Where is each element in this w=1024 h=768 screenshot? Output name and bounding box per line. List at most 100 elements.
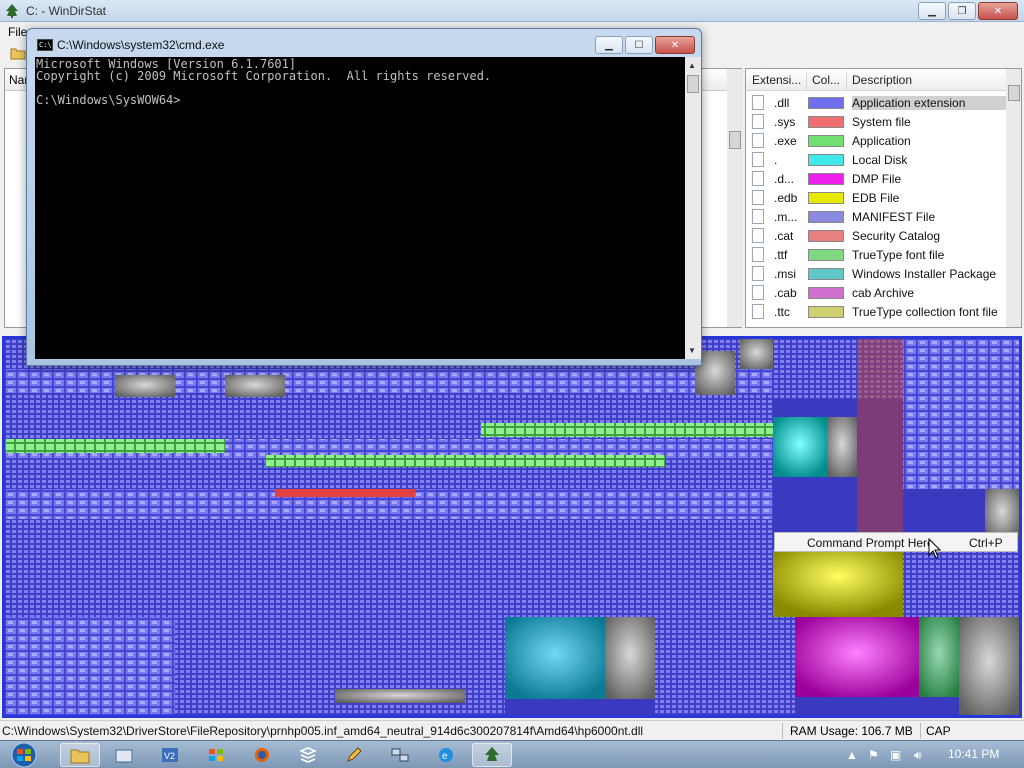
extension-name: .cab xyxy=(774,286,797,300)
cmd-close-button[interactable]: ✕ xyxy=(655,36,695,54)
extension-row[interactable]: .edb EDB File xyxy=(746,188,1006,207)
close-icon: ✕ xyxy=(993,5,1003,17)
tree-scrollbar[interactable] xyxy=(727,69,743,327)
treemap[interactable] xyxy=(2,336,1022,718)
clock[interactable]: 10:41 PM xyxy=(948,747,999,761)
extension-scrollbar[interactable] xyxy=(1006,69,1021,327)
cmd-scrollbar[interactable]: ▲ ▼ xyxy=(685,57,701,359)
ie-icon: e xyxy=(439,748,453,762)
cmd-title-bar[interactable]: C:\ C:\Windows\system32\cmd.exe ▁ ☐ ✕ xyxy=(27,29,701,57)
console-prompt[interactable]: C:\Windows\SysWOW64> xyxy=(36,93,181,107)
extension-row[interactable]: .m... MANIFEST File xyxy=(746,207,1006,226)
taskbar-network[interactable] xyxy=(380,743,420,767)
cmd-maximize-button[interactable]: ☐ xyxy=(625,36,653,54)
column-color[interactable]: Col... xyxy=(812,73,840,87)
volume-icon[interactable]: 🔊︎ xyxy=(914,748,922,763)
extension-color-swatch xyxy=(808,268,844,280)
cmd-console[interactable]: Microsoft Windows [Version 6.1.7601] Cop… xyxy=(35,57,685,359)
file-type-icon xyxy=(752,133,764,148)
close-button[interactable]: ✕ xyxy=(978,2,1018,20)
status-bar: C:\Windows\System32\DriverStore\FileRepo… xyxy=(0,720,1024,740)
start-button[interactable] xyxy=(4,742,44,768)
taskbar-firefox[interactable] xyxy=(242,743,282,767)
system-tray: ▲ ⚑ ▣ 🔊︎ 10:41 PM xyxy=(840,741,1024,768)
cmd-scrollbar-thumb[interactable] xyxy=(687,75,699,93)
windirstat-app-icon xyxy=(6,4,18,18)
file-type-icon xyxy=(752,266,764,281)
context-menu-command-prompt-here[interactable]: Command Prompt Here xyxy=(807,536,934,550)
taskbar-vmware[interactable]: V2 xyxy=(150,743,190,767)
file-type-icon xyxy=(752,190,764,205)
extension-color-swatch xyxy=(808,116,844,128)
windirstat-title-bar[interactable]: C: - WinDirStat ▁ ❐ ✕ xyxy=(0,0,1024,22)
open-folder-icon[interactable] xyxy=(10,46,26,60)
show-hidden-icons-icon[interactable]: ▲ xyxy=(846,748,858,762)
extension-color-swatch xyxy=(808,306,844,318)
taskbar-ie[interactable]: e xyxy=(426,743,466,767)
column-extension[interactable]: Extensi... xyxy=(752,73,801,87)
extension-row[interactable]: .cab cab Archive xyxy=(746,283,1006,302)
taskbar-explorer[interactable] xyxy=(60,743,100,767)
extension-description: MANIFEST File xyxy=(852,210,936,224)
windows-icon xyxy=(209,749,223,761)
file-type-icon xyxy=(752,95,764,110)
tree-scrollbar-thumb[interactable] xyxy=(729,131,741,149)
minimize-button[interactable]: ▁ xyxy=(918,2,946,20)
cmd-minimize-button[interactable]: ▁ xyxy=(595,36,623,54)
taskbar-folder[interactable] xyxy=(104,743,144,767)
treemap-graphic[interactable] xyxy=(5,339,1019,715)
file-type-icon xyxy=(752,171,764,186)
extension-name: .exe xyxy=(774,134,797,148)
extension-row[interactable]: .ttf TrueType font file xyxy=(746,245,1006,264)
minimize-icon: ▁ xyxy=(605,39,613,51)
ram-value: 106.7 MB xyxy=(861,724,913,738)
windirstat-icon xyxy=(485,747,499,761)
stack-icon xyxy=(299,747,317,763)
extension-name: .sys xyxy=(774,115,796,129)
svg-text:V2: V2 xyxy=(164,751,175,761)
extension-row[interactable]: . Local Disk xyxy=(746,150,1006,169)
extension-color-swatch xyxy=(808,211,844,223)
maximize-icon: ☐ xyxy=(634,39,644,51)
extension-description: Application extension xyxy=(852,96,1006,110)
extension-name: .msi xyxy=(774,267,796,281)
network-tray-icon[interactable]: ▣ xyxy=(890,748,901,762)
file-type-icon xyxy=(752,304,764,319)
cmd-title: C:\Windows\system32\cmd.exe xyxy=(57,38,225,52)
svg-text:e: e xyxy=(442,751,448,762)
taskbar-windows[interactable] xyxy=(196,743,236,767)
taskbar-stack[interactable] xyxy=(288,743,328,767)
extension-row[interactable]: .sys System file xyxy=(746,112,1006,131)
extension-description: cab Archive xyxy=(852,286,915,300)
taskbar: V2 e ▲ ⚑ ▣ 🔊︎ 10:41 PM xyxy=(0,740,1024,768)
taskbar-pencil[interactable] xyxy=(334,743,374,767)
status-path: C:\Windows\System32\DriverStore\FileRepo… xyxy=(2,724,644,738)
extension-row[interactable]: .ttc TrueType collection font file xyxy=(746,302,1006,321)
extension-description: TrueType font file xyxy=(852,248,945,262)
scroll-down-icon[interactable]: ▼ xyxy=(688,346,696,355)
extension-row[interactable]: .dll Application extension xyxy=(746,93,1006,112)
taskbar-windirstat[interactable] xyxy=(472,743,512,767)
extension-row[interactable]: .cat Security Catalog xyxy=(746,226,1006,245)
scroll-up-icon[interactable]: ▲ xyxy=(688,61,696,70)
extension-scrollbar-thumb[interactable] xyxy=(1008,85,1020,101)
extension-list[interactable]: Extensi... Col... Description .dll Applic… xyxy=(745,68,1022,328)
network-icon xyxy=(391,748,409,762)
maximize-button[interactable]: ❐ xyxy=(948,2,976,20)
extension-color-swatch xyxy=(808,249,844,261)
extension-row[interactable]: .d... DMP File xyxy=(746,169,1006,188)
column-description[interactable]: Description xyxy=(852,73,912,87)
folder-icon xyxy=(115,749,133,763)
firefox-icon xyxy=(255,748,269,762)
extension-row[interactable]: .exe Application xyxy=(746,131,1006,150)
menu-file[interactable]: File xyxy=(8,25,27,39)
extension-description: EDB File xyxy=(852,191,900,205)
status-ram: RAM Usage: 106.7 MB xyxy=(790,724,913,738)
action-center-icon[interactable]: ⚑ xyxy=(868,748,879,762)
explorer-icon xyxy=(70,749,90,764)
minimize-icon: ▁ xyxy=(928,5,936,17)
extension-name: .ttc xyxy=(774,305,791,319)
extension-name: .cat xyxy=(774,229,794,243)
extension-row[interactable]: .msi Windows Installer Package xyxy=(746,264,1006,283)
status-caps: CAP xyxy=(926,724,951,738)
